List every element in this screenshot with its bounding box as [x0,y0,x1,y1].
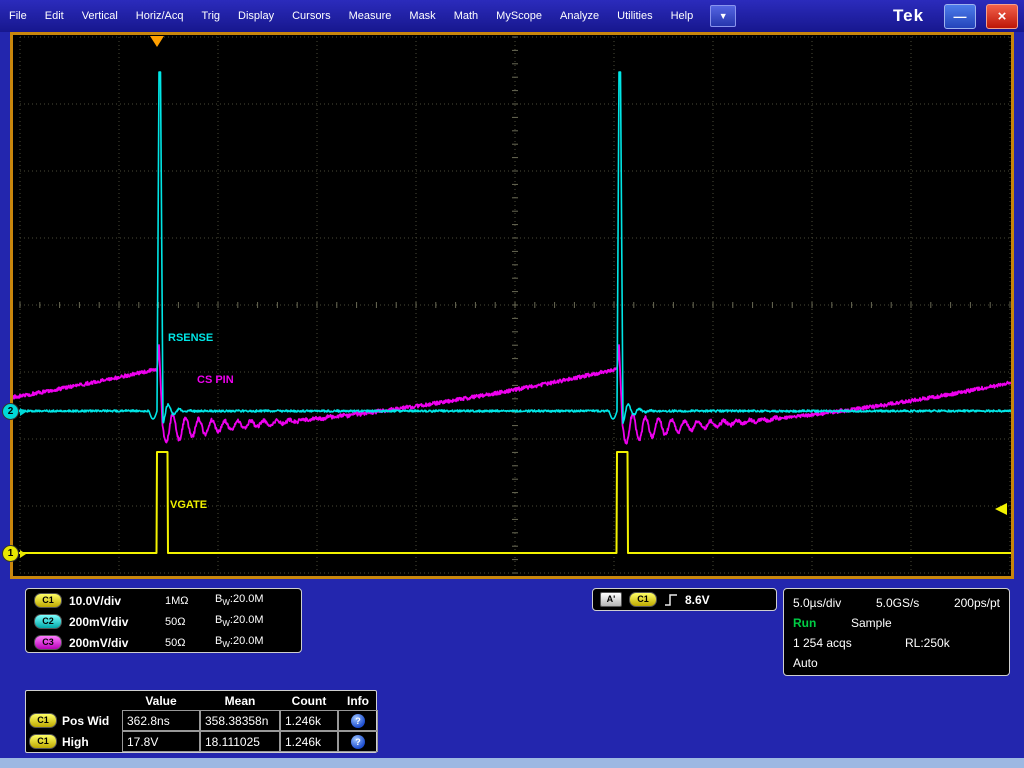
taskbar-strip [0,758,1024,768]
ch3-badge[interactable]: C3 [34,635,62,650]
trigger-readout[interactable]: A' C1 8.6V [592,588,777,611]
menu-display[interactable]: Display [229,0,283,32]
header-mean: Mean [200,691,280,710]
ch2-position-arrow-icon [20,408,30,416]
ch2-badge[interactable]: C2 [34,614,62,629]
menu-mask[interactable]: Mask [400,0,444,32]
ch3-scale: 200mV/div [69,636,165,650]
menu-trig[interactable]: Trig [192,0,229,32]
trace-label-vgate: VGATE [170,499,207,511]
trigger-mode-row: Auto [793,653,1000,673]
timebase: 5.0µs/div [793,596,841,610]
header-count: Count [280,691,338,710]
ch1-impedance: 1MΩ [165,595,215,607]
menu-file[interactable]: File [0,0,36,32]
menu-cursors[interactable]: Cursors [283,0,340,32]
ch3-impedance: 50Ω [165,637,215,649]
horizontal-readout-row: 5.0µs/div 5.0GS/s 200ps/pt [793,593,1000,613]
meas2-mean: 18.111025 [200,731,280,752]
menu-utilities[interactable]: Utilities [608,0,661,32]
meas1-mean: 358.38358n [200,710,280,731]
minimize-button[interactable]: — [944,4,976,29]
menu-bar: File Edit Vertical Horiz/Acq Trig Displa… [0,0,1024,32]
menu-myscope[interactable]: MyScope [487,0,551,32]
meas2-ch-badge[interactable]: C1 [29,734,57,749]
waveform-screen: RSENSE CS PIN VGATE [10,32,1014,579]
header-value: Value [122,691,200,710]
trace-label-cs-pin: CS PIN [197,374,234,386]
ch1-scale: 10.0V/div [69,594,165,608]
ch3-readout-row: C3 200mV/div 50Ω BW:20.0M [26,632,301,653]
bw-value: :20.0M [230,635,264,647]
ch2-readout-row: C2 200mV/div 50Ω BW:20.0M [26,611,301,632]
meas1-name: Pos Wid [60,710,122,731]
trigger-position-marker[interactable] [150,36,164,47]
blank-header [60,691,122,710]
trace-ch1-vgate [13,452,1011,553]
ch2-position-marker[interactable]: 2 [2,403,30,420]
bw-value: :20.0M [230,593,264,605]
trigger-level-marker[interactable] [995,503,1007,515]
info-icon[interactable]: ? [351,735,365,749]
ch1-position-label: 1 [2,545,19,562]
acq-count-row: 1 254 acqs RL:250k [793,633,1000,653]
ch2-impedance: 50Ω [165,616,215,628]
meas2-count: 1.246k [280,731,338,752]
trigger-a-badge: A' [600,592,622,607]
menu-help[interactable]: Help [662,0,703,32]
acq-count: 1 254 acqs [793,636,905,650]
menu-measure[interactable]: Measure [340,0,401,32]
trigger-source-badge: C1 [629,592,657,607]
meas1-ch-badge[interactable]: C1 [29,713,57,728]
meas1-value: 362.8ns [122,710,200,731]
ch1-position-arrow-icon [20,550,30,558]
tek-logo: Tek [893,6,924,26]
ch3-bandwidth: BW:20.0M [215,635,264,649]
measurement-row-high: C1 High 17.8V 18.111025 1.246k ? [26,731,376,752]
run-state: Run [793,616,851,630]
bw-value: :20.0M [230,614,264,626]
bw-sub: W [222,641,230,650]
ch1-readout-row: C1 10.0V/div 1MΩ BW:20.0M [26,590,301,611]
ch2-scale: 200mV/div [69,615,165,629]
waveform-display: RSENSE CS PIN VGATE [13,35,1011,576]
acq-mode: Sample [851,616,892,630]
header-info: Info [338,691,378,710]
bw-sub: W [222,599,230,608]
record-length: RL:250k [905,636,950,650]
info-icon[interactable]: ? [351,714,365,728]
meas1-count: 1.246k [280,710,338,731]
trace-label-rsense: RSENSE [168,332,213,344]
rising-edge-icon [664,593,678,607]
measurement-header-row: Value Mean Count Info [26,691,376,710]
run-state-row: Run Sample [793,613,1000,633]
chevron-down-icon[interactable]: ▼ [710,5,736,27]
menu-analyze[interactable]: Analyze [551,0,608,32]
channel-readouts: C1 10.0V/div 1MΩ BW:20.0M C2 200mV/div 5… [25,588,302,653]
bw-sub: W [222,620,230,629]
meas2-name: High [60,731,122,752]
ch2-position-label: 2 [2,403,19,420]
measurement-table: Value Mean Count Info C1 Pos Wid 362.8ns… [25,690,377,753]
menu-edit[interactable]: Edit [36,0,73,32]
trigger-mode: Auto [793,656,818,670]
resolution: 200ps/pt [954,596,1000,610]
acquisition-readout[interactable]: 5.0µs/div 5.0GS/s 200ps/pt Run Sample 1 … [783,588,1010,676]
measurement-row-pos-wid: C1 Pos Wid 362.8ns 358.38358n 1.246k ? [26,710,376,731]
menu-math[interactable]: Math [445,0,487,32]
meas2-value: 17.8V [122,731,200,752]
sample-rate: 5.0GS/s [876,596,919,610]
blank-header [26,691,60,710]
trigger-level: 8.6V [685,593,710,607]
menu-vertical[interactable]: Vertical [73,0,127,32]
ch1-badge[interactable]: C1 [34,593,62,608]
ch2-bandwidth: BW:20.0M [215,614,264,628]
ch1-bandwidth: BW:20.0M [215,593,264,607]
ch1-position-marker[interactable]: 1 [2,545,30,562]
menu-horiz-acq[interactable]: Horiz/Acq [127,0,193,32]
trace-ch2-rsense [13,72,1011,423]
close-button[interactable]: × [986,4,1018,29]
